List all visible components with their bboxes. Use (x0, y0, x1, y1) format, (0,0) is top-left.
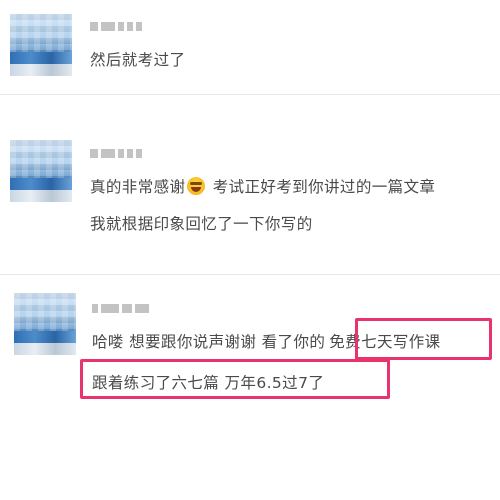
comment-text: 然后就考过了 (90, 51, 186, 69)
username-blurred[interactable] (92, 302, 149, 314)
highlight-box (355, 318, 492, 360)
comment-text: 真的非常感谢 (90, 178, 186, 196)
avatar[interactable] (10, 14, 72, 76)
comment-text-line-1: 真的非常感谢 考试正好考到你讲过的一篇文章 (90, 175, 435, 197)
comment-item: 真的非常感谢 考试正好考到你讲过的一篇文章 我就根据印象回忆了一下你写的 (0, 95, 500, 275)
comment-text-line-2: 我就根据印象回忆了一下你写的 (90, 215, 313, 233)
avatar-shore (10, 190, 72, 202)
avatar-shore (14, 343, 76, 355)
laughing-tears-emoji-icon (187, 177, 206, 195)
avatar[interactable] (14, 293, 76, 355)
comment-item: 然后就考过了 (0, 0, 500, 95)
avatar[interactable] (10, 140, 72, 202)
avatar-shore (10, 64, 72, 76)
username-blurred[interactable] (90, 20, 142, 32)
highlight-box (80, 359, 390, 399)
comment-item: 哈喽 想要跟你说声谢谢 看了你的 免费七天写作课 跟着练习了六七篇 万年6.5过7… (0, 275, 500, 500)
comment-text: 哈喽 想要跟你说声谢谢 看了你的 (92, 333, 326, 351)
comment-text: 考试正好考到你讲过的一篇文章 (212, 178, 436, 196)
username-blurred[interactable] (90, 147, 142, 159)
